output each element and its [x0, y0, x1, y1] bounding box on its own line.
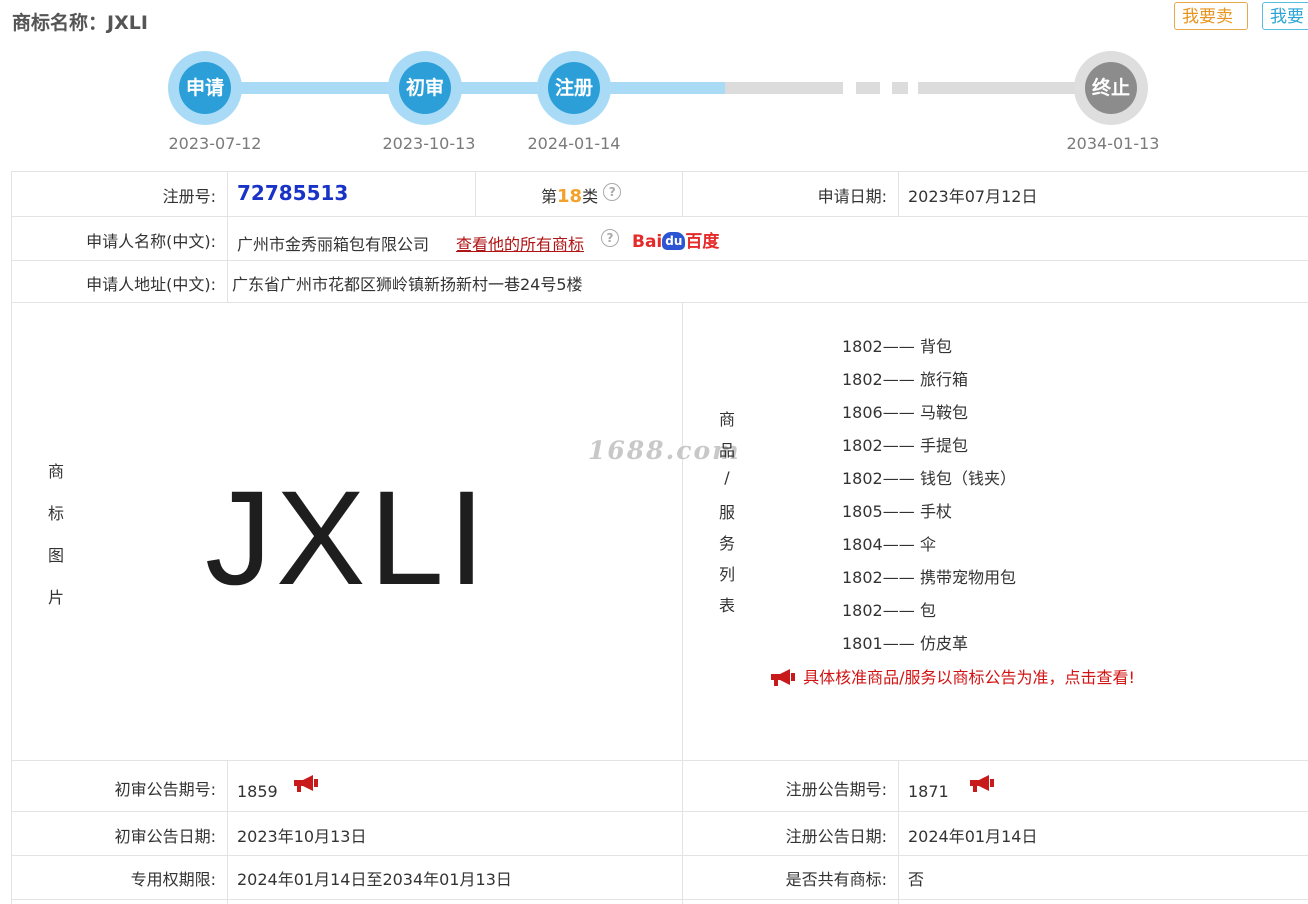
list-item: 1802—— 钱包（钱夹） [842, 465, 1016, 489]
goods-code: 1801—— [842, 634, 915, 653]
goods-label-char: 务 [718, 534, 735, 553]
reg-issue-label: 注册公告期号: [785, 780, 887, 799]
step-label: 初审 [399, 62, 451, 114]
step-label: 注册 [548, 62, 600, 114]
baidu-logo-text: Bai [632, 232, 663, 252]
megaphone-icon [771, 669, 795, 686]
list-item: 1802—— 旅行箱 [842, 366, 968, 390]
applicant-label: 申请人名称(中文): [86, 232, 216, 251]
step-apply: 申请 [168, 51, 242, 125]
goods-name: 仿皮革 [920, 634, 969, 653]
apply-date-value: 2023年07月12日 [908, 187, 1038, 206]
step-label: 终止 [1085, 62, 1137, 114]
step-date: 2023-10-13 [382, 134, 476, 153]
list-item: 1802—— 手提包 [842, 432, 968, 456]
goods-label-char: 商 [718, 410, 735, 429]
goods-label-char: 服 [718, 503, 735, 522]
goods-name: 携带宠物用包 [920, 568, 1017, 587]
goods-name: 旅行箱 [920, 370, 969, 389]
progress-pending-dash [856, 82, 880, 94]
baidu-logo-cn: 百度 [685, 232, 720, 252]
prelim-issue-value: 1859 [237, 782, 278, 801]
step-terminate: 终止 [1074, 51, 1148, 125]
help-icon[interactable]: ? [603, 183, 622, 201]
list-item: 1801—— 仿皮革 [842, 630, 968, 654]
baidu-logo[interactable]: Bai du 百度 [632, 227, 719, 252]
goods-name: 马鞍包 [920, 403, 969, 422]
goods-code: 1802—— [842, 568, 915, 587]
goods-label-char: 列 [718, 565, 735, 584]
goods-code: 1802—— [842, 370, 915, 389]
sell-button[interactable]: 我要卖 [1174, 2, 1248, 30]
reg-issue-value: 1871 [908, 782, 949, 801]
progress-pending-line [725, 82, 843, 94]
goods-code: 1802—— [842, 436, 915, 455]
page-title: 商标名称：JXLI [12, 12, 148, 34]
prelim-date-label: 初审公告日期: [114, 827, 216, 846]
mark-image-label-char: 商 [47, 462, 64, 481]
goods-code: 1804—— [842, 535, 915, 554]
step-register: 注册 [537, 51, 611, 125]
shared-mark-value: 否 [908, 870, 925, 889]
mark-image-label-char: 片 [47, 588, 64, 607]
exclusive-term-label: 专用权期限: [130, 870, 216, 889]
list-item: 1805—— 手杖 [842, 498, 952, 522]
view-all-trademarks-link[interactable]: 查看他的所有商标 [456, 231, 584, 255]
goods-notice-text: 具体核准商品/服务以商标公告为准，点击查看! [803, 668, 1135, 687]
goods-code: 1802—— [842, 337, 915, 356]
goods-code: 1802—— [842, 601, 915, 620]
megaphone-icon[interactable] [291, 772, 321, 794]
step-prelim: 初审 [388, 51, 462, 125]
goods-name: 背包 [920, 337, 953, 356]
address-value: 广东省广州市花都区狮岭镇新扬新村一巷24号5楼 [232, 275, 583, 294]
step-date: 2024-01-14 [527, 134, 621, 153]
goods-code: 1806—— [842, 403, 915, 422]
mark-image-label-char: 图 [47, 546, 64, 565]
goods-code: 1805—— [842, 502, 915, 521]
goods-name: 钱包（钱夹） [920, 469, 1017, 488]
exclusive-term-value: 2024年01月14日至2034年01月13日 [237, 870, 512, 889]
applicant-value: 广州市金秀丽箱包有限公司 [237, 235, 430, 254]
goods-name: 包 [920, 601, 937, 620]
class-suffix: 类 [582, 187, 599, 206]
reg-no-label: 注册号: [162, 187, 216, 206]
goods-label-char: 表 [718, 596, 735, 615]
step-date: 2034-01-13 [1066, 134, 1160, 153]
goods-name: 手杖 [920, 502, 953, 521]
goods-code: 1802—— [842, 469, 915, 488]
reg-no-value: 72785513 [237, 181, 349, 205]
buy-button[interactable]: 我要 [1262, 2, 1308, 30]
mark-image-label-char: 标 [47, 504, 64, 523]
goods-notice-link[interactable]: 具体核准商品/服务以商标公告为准，点击查看! [768, 664, 1135, 688]
baidu-paw-icon: du [662, 232, 686, 250]
class-value: 第18类 ? [541, 183, 622, 207]
list-item: 1802—— 携带宠物用包 [842, 564, 1016, 588]
goods-label-char: 品 [718, 441, 735, 460]
megaphone-icon[interactable] [967, 772, 997, 794]
reg-date-value: 2024年01月14日 [908, 827, 1038, 846]
prelim-date-value: 2023年10月13日 [237, 827, 367, 846]
reg-date-label: 注册公告日期: [785, 827, 887, 846]
prelim-issue-label: 初审公告期号: [114, 780, 216, 799]
help-icon[interactable]: ? [601, 229, 619, 247]
goods-name: 手提包 [920, 436, 969, 455]
address-label: 申请人地址(中文): [86, 275, 216, 294]
class-number: 18 [557, 186, 583, 207]
list-item: 1802—— 包 [842, 597, 936, 621]
shared-mark-label: 是否共有商标: [785, 870, 887, 889]
progress-pending-dash [892, 82, 908, 94]
list-item: 1804—— 伞 [842, 531, 936, 555]
list-item: 1802—— 背包 [842, 333, 952, 357]
trademark-image: JXLI [205, 464, 490, 613]
class-prefix: 第 [541, 187, 558, 206]
goods-name: 伞 [920, 535, 937, 554]
step-label: 申请 [179, 62, 231, 114]
goods-label-char: / [724, 468, 730, 487]
list-item: 1806—— 马鞍包 [842, 399, 968, 423]
progress-done-line [205, 82, 725, 94]
step-date: 2023-07-12 [168, 134, 262, 153]
apply-date-label: 申请日期: [817, 187, 887, 206]
